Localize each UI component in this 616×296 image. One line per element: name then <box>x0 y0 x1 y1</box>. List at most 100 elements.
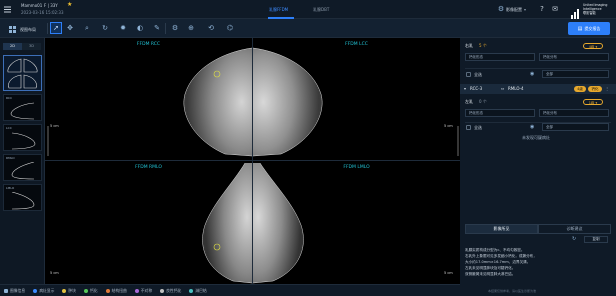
chevron-down-icon[interactable]: ▾ <box>524 7 526 12</box>
grade-select[interactable]: 1级 ▾ <box>583 99 603 105</box>
tab-3d[interactable]: 3D <box>22 43 41 50</box>
legend-item[interactable]: 肿块 <box>62 288 76 294</box>
legend-item[interactable]: 不对称 <box>134 288 153 294</box>
calc-morphology-field[interactable]: 钙化形态 <box>465 109 535 117</box>
eye-icon[interactable]: ◉ <box>530 124 538 131</box>
study-datetime: 2023-03-16 15:02:33 <box>21 10 64 15</box>
thumbnail-panel: 2D 3D RCC LCC RMLO LMLO <box>0 38 45 284</box>
thumbnail-rcc[interactable]: RCC <box>3 94 42 121</box>
thumbnail-group[interactable] <box>3 55 42 91</box>
thumbnail-label: LMLO <box>6 186 15 190</box>
layout-icon[interactable] <box>8 25 16 33</box>
crosshair-tool-icon[interactable]: ⊕ <box>187 24 195 32</box>
scale-ruler <box>457 126 459 156</box>
menu-icon[interactable] <box>3 5 11 13</box>
legend-item[interactable]: 病灶显示 <box>33 288 54 294</box>
viewport-lcc[interactable]: FFDM LCC 5 cm <box>253 38 460 160</box>
legend-label: 钙化 <box>89 288 98 293</box>
breast-thumbnail-icon <box>11 132 36 150</box>
scale-label: 5 cm <box>50 124 59 128</box>
lymph-node-icon <box>189 289 194 293</box>
thumbnail-label: LCC <box>6 126 12 130</box>
filter-select[interactable]: 全部 <box>542 123 609 131</box>
benign-calc-icon <box>160 289 165 293</box>
legend-item[interactable]: 淋巴结 <box>189 288 207 294</box>
filter-select[interactable]: 全部 <box>542 70 609 78</box>
section-label: 右乳 <box>465 43 473 48</box>
select-all-label: 全选 <box>474 125 482 130</box>
viewport-lmlo[interactable]: FFDM LMLO 5 cm <box>253 161 460 284</box>
settings-icon[interactable]: ⚙ <box>497 5 505 13</box>
select-all-checkbox[interactable] <box>466 72 471 77</box>
image-info-icon <box>4 289 8 293</box>
measure-tool-icon[interactable]: ⚙ <box>171 24 179 32</box>
image-viewer[interactable]: FFDM RCC 5 cm FFDM LCC 5 cm FFDM RMLO 5 … <box>45 38 460 284</box>
brand-line-3: 联影智能 <box>583 11 596 15</box>
layout-label[interactable]: 视图布局 <box>20 27 36 32</box>
grade-select[interactable]: 4级 ▾ <box>583 43 603 49</box>
viewport-rcc[interactable]: FFDM RCC 5 cm <box>45 38 252 160</box>
legend-list: 图像信息 病灶显示 肿块 钙化 结构扭曲 不对称 良性钙化 淋巴结 <box>4 288 215 294</box>
rotate-tool-icon[interactable]: ↻ <box>101 24 109 32</box>
breast-thumbnail-icon <box>11 192 35 210</box>
mammogram-rcc-image <box>183 47 252 157</box>
calc-distribution-field[interactable]: 钙化分布 <box>539 53 609 61</box>
mammogram-lmlo-image <box>253 163 304 284</box>
select-all-label: 全选 <box>474 72 482 77</box>
brightness-tool-icon[interactable]: ✹ <box>119 24 127 32</box>
legend-item[interactable]: 结构扭曲 <box>105 288 127 294</box>
submit-report-label: 提交报告 <box>584 25 601 31</box>
more-icon[interactable]: ⋮ <box>605 86 609 91</box>
tab-dbt[interactable]: 乳腺DBT <box>313 7 329 12</box>
pointer-tool-icon[interactable]: ➚ <box>50 22 62 34</box>
legend-item[interactable]: 图像信息 <box>4 288 25 294</box>
findings-panel: 右乳 5 个 4级 ▾ 钙化形态 钙化分布 全选 ◉ 全部 ▾ RCC-3 ⇔ … <box>460 38 616 296</box>
image-config-label[interactable]: 影像配置 <box>506 7 522 12</box>
legend-item[interactable]: 良性钙化 <box>160 288 181 294</box>
eye-icon[interactable]: ◉ <box>530 71 538 78</box>
legend-label: 图像信息 <box>10 288 26 293</box>
report-text[interactable]: 乳腺实质构成分型为c、不均匀致密。 右乳外上象限可见多发细小钙化，成簇分布， 大… <box>465 247 611 277</box>
disclaimer-text: 本结果仅供参考，请以医生诊断为准 <box>488 289 537 293</box>
thumbnail-label: RMLO <box>6 156 15 160</box>
divider <box>465 68 611 69</box>
section-label: 左乳 <box>465 99 473 104</box>
select-all-checkbox[interactable] <box>466 125 471 130</box>
section-count: 0 个 <box>479 99 487 104</box>
breast-thumbnail-icon <box>7 58 38 89</box>
reset-tool-icon[interactable]: ⟲ <box>207 24 215 32</box>
scale-label: 5 cm <box>444 124 453 128</box>
calc-morphology-field[interactable]: 钙化形态 <box>465 53 535 61</box>
scale-label: 5 cm <box>50 271 59 275</box>
legend-label: 不对称 <box>140 288 153 293</box>
viewport-rmlo[interactable]: FFDM RMLO 5 cm <box>45 161 252 284</box>
thumbnail-lmlo[interactable]: LMLO <box>3 184 42 211</box>
tab-suggestion[interactable]: 诊断建议 <box>538 224 611 234</box>
tab-2d[interactable]: 2D <box>3 43 22 50</box>
help-icon[interactable]: ? <box>538 5 546 13</box>
scale-label: 5 cm <box>444 271 453 275</box>
section-count: 5 个 <box>479 43 487 48</box>
thumbnail-rmlo[interactable]: RMLO <box>3 154 42 181</box>
copy-button[interactable]: 复制 <box>584 236 608 243</box>
tab-findings[interactable]: 影像所见 <box>465 224 538 234</box>
message-icon[interactable]: ✉ <box>551 5 559 13</box>
refresh-icon[interactable]: ↻ <box>572 236 579 243</box>
tab-ffdm[interactable]: 乳腺FFDM <box>269 7 288 12</box>
thumbnail-lcc[interactable]: LCC <box>3 124 42 151</box>
legend-item[interactable]: 钙化 <box>83 288 98 294</box>
star-icon[interactable]: ★ <box>67 2 73 8</box>
pan-tool-icon[interactable]: ✥ <box>66 24 74 32</box>
submit-report-button[interactable]: ▤ 提交报告 <box>568 22 610 35</box>
logo-icon <box>571 4 581 19</box>
collapse-icon[interactable]: ▾ <box>464 86 466 91</box>
pen-tool-icon[interactable]: ✎ <box>153 24 161 32</box>
asymmetry-icon <box>134 289 139 293</box>
toolbar-divider <box>165 23 166 34</box>
zoom-tool-icon[interactable]: ⌕ <box>83 24 91 32</box>
grade-value: 4级 <box>588 45 595 49</box>
contrast-tool-icon[interactable]: ◐ <box>136 24 144 32</box>
lesion-row[interactable]: ▾ RCC-3 ⇔ RMLO-4 4级 钙化 ⋮ <box>460 84 616 94</box>
ai-tool-icon[interactable]: ⌬ <box>226 24 234 32</box>
calc-distribution-field[interactable]: 钙化分布 <box>539 109 609 117</box>
